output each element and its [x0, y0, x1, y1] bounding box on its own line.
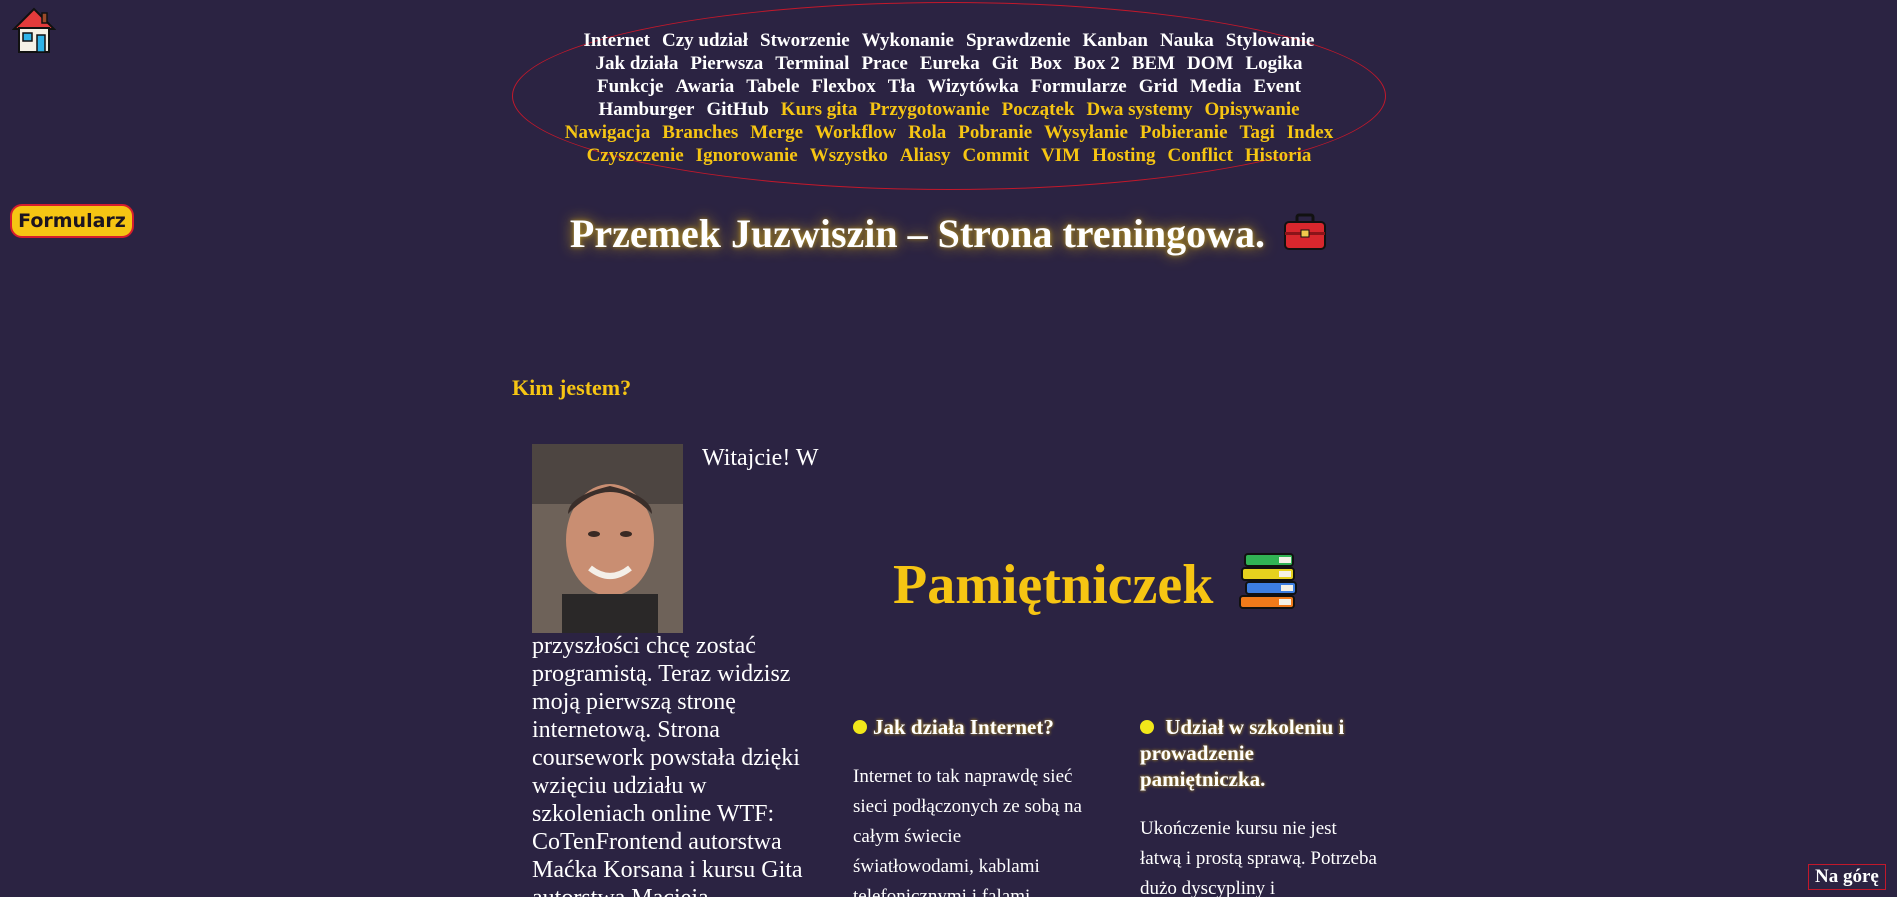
- nav-link-przygotowanie[interactable]: Przygotowanie: [869, 99, 989, 120]
- nav-link-commit[interactable]: Commit: [963, 145, 1029, 166]
- nav-link-vim[interactable]: VIM: [1041, 145, 1080, 166]
- nav-link-logika[interactable]: Logika: [1245, 53, 1302, 74]
- nav-link-terminal[interactable]: Terminal: [775, 53, 849, 74]
- nav-link-wysyłanie[interactable]: Wysyłanie: [1044, 122, 1128, 143]
- nav-link-stylowanie[interactable]: Stylowanie: [1226, 30, 1315, 51]
- nav-link-nauka[interactable]: Nauka: [1160, 30, 1214, 51]
- nav-link-prace[interactable]: Prace: [861, 53, 907, 74]
- nav-link-workflow[interactable]: Workflow: [815, 122, 896, 143]
- nav-link-tagi[interactable]: Tagi: [1240, 122, 1275, 143]
- nav-row: Funkcje Awaria Tabele Flexbox Tła Wizytówka Fo…: [513, 75, 1385, 98]
- nav-link-hosting[interactable]: Hosting: [1092, 145, 1155, 166]
- diary-entry-szkolenie: Udział w szkoleniu i prowadzenie pamiętn…: [1140, 714, 1380, 897]
- page-title: Przemek Juzwiszin – Strona treningowa.: [0, 210, 1897, 261]
- nav-link-bem[interactable]: BEM: [1132, 53, 1175, 74]
- nav-link-stworzenie[interactable]: Stworzenie: [760, 30, 850, 51]
- nav-link-nawigacja[interactable]: Nawigacja: [565, 122, 650, 143]
- nav-link-tła[interactable]: Tła: [888, 76, 915, 97]
- nav-link-jak-działa[interactable]: Jak działa: [596, 53, 679, 74]
- nav-link-czyszczenie[interactable]: Czyszczenie: [587, 145, 684, 166]
- nav-link-funkcje[interactable]: Funkcje: [597, 76, 664, 97]
- nav-link-sprawdzenie[interactable]: Sprawdzenie: [966, 30, 1071, 51]
- main-nav: Internet Czy udział Stworzenie Wykonanie Spr…: [512, 2, 1386, 190]
- about-heading: Kim jestem?: [512, 375, 632, 400]
- diary-entry-heading: Jak działa Internet?: [853, 714, 1083, 740]
- diary-entry-internet: Jak działa Internet? Internet to tak nap…: [853, 714, 1083, 897]
- diary-entry-heading: Udział w szkoleniu i prowadzenie pamiętn…: [1140, 715, 1345, 791]
- nav-link-formularze[interactable]: Formularze: [1031, 76, 1127, 97]
- nav-link-czy-udział[interactable]: Czy udział: [662, 30, 748, 51]
- nav-link-pobranie[interactable]: Pobranie: [958, 122, 1032, 143]
- page-title-text: Przemek Juzwiszin – Strona treningowa.: [569, 211, 1266, 256]
- nav-link-awaria[interactable]: Awaria: [675, 76, 734, 97]
- intro-text-top: Witajcie! W: [702, 445, 819, 471]
- nav-link-tabele[interactable]: Tabele: [746, 76, 799, 97]
- nav-link-dwa-systemy[interactable]: Dwa systemy: [1086, 99, 1192, 120]
- nav-link-historia[interactable]: Historia: [1245, 145, 1312, 166]
- nav-link-dom[interactable]: DOM: [1187, 53, 1233, 74]
- nav-link-opisywanie[interactable]: Opisywanie: [1205, 99, 1300, 120]
- nav-row: Hamburger GitHub Kurs gita Przygotowanie Poc…: [513, 98, 1385, 121]
- diary-entry-text: Internet to tak naprawdę sieć sieci podł…: [853, 766, 1082, 897]
- nav-link-kurs-gita[interactable]: Kurs gita: [781, 99, 858, 120]
- nav-link-branches[interactable]: Branches: [662, 122, 738, 143]
- nav-link-początek[interactable]: Początek: [1002, 99, 1075, 120]
- nav-link-merge[interactable]: Merge: [750, 122, 803, 143]
- nav-link-pobieranie[interactable]: Pobieranie: [1140, 122, 1228, 143]
- briefcase-icon: [1283, 213, 1327, 261]
- books-icon: [1237, 549, 1299, 625]
- nav-link-internet[interactable]: Internet: [584, 30, 650, 51]
- nav-link-flexbox[interactable]: Flexbox: [811, 76, 875, 97]
- nav-link-pierwsza[interactable]: Pierwsza: [690, 53, 763, 74]
- back-to-top-button[interactable]: Na górę: [1808, 864, 1886, 890]
- house-icon[interactable]: [11, 7, 57, 55]
- nav-link-conflict[interactable]: Conflict: [1167, 145, 1232, 166]
- nav-link-wszystko[interactable]: Wszystko: [810, 145, 888, 166]
- nav-link-ignorowanie[interactable]: Ignorowanie: [696, 145, 798, 166]
- diary-title: Pamiętniczek: [893, 549, 1299, 625]
- bullet-icon: [853, 720, 867, 734]
- nav-link-box[interactable]: Box: [1030, 53, 1062, 74]
- nav-row: Czyszczenie Ignorowanie Wszystko Aliasy Comm…: [513, 144, 1385, 167]
- nav-link-github[interactable]: GitHub: [706, 99, 768, 120]
- nav-link-box-2[interactable]: Box 2: [1074, 53, 1120, 74]
- bullet-icon: [1140, 720, 1154, 734]
- nav-link-wizytówka[interactable]: Wizytówka: [927, 76, 1018, 97]
- nav-link-event[interactable]: Event: [1254, 76, 1302, 97]
- intro-text: przyszłości chcę zostać programistą. Ter…: [532, 633, 803, 897]
- nav-row: Internet Czy udział Stworzenie Wykonanie Spr…: [513, 29, 1385, 52]
- nav-link-git[interactable]: Git: [992, 53, 1018, 74]
- nav-link-aliasy[interactable]: Aliasy: [900, 145, 951, 166]
- nav-link-wykonanie[interactable]: Wykonanie: [862, 30, 954, 51]
- nav-link-grid[interactable]: Grid: [1139, 76, 1178, 97]
- nav-link-eureka[interactable]: Eureka: [920, 53, 980, 74]
- nav-link-media[interactable]: Media: [1190, 76, 1242, 97]
- profile-photo: [532, 444, 683, 633]
- nav-link-rola[interactable]: Rola: [908, 122, 946, 143]
- diary-entry-text: Ukończenie kursu nie jest łatwą i prostą…: [1140, 818, 1377, 897]
- nav-link-index[interactable]: Index: [1287, 122, 1333, 143]
- nav-row: Nawigacja Branches Merge Workflow Rola Pobran…: [513, 121, 1385, 144]
- diary-title-text: Pamiętniczek: [893, 554, 1214, 616]
- nav-row: Jak działa Pierwsza Terminal Prace Eureka Git…: [513, 52, 1385, 75]
- nav-link-kanban[interactable]: Kanban: [1082, 30, 1147, 51]
- nav-link-hamburger[interactable]: Hamburger: [598, 99, 694, 120]
